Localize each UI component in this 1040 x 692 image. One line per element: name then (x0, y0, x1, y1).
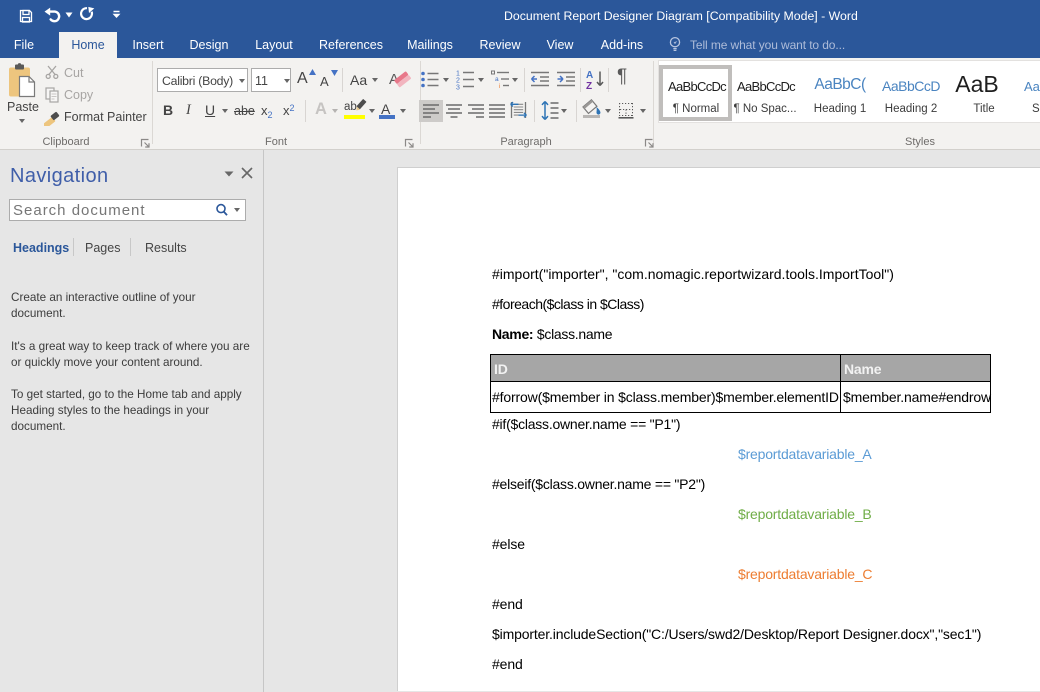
svg-text:A: A (586, 70, 593, 81)
svg-text:i: i (499, 83, 500, 89)
svg-text:a: a (495, 76, 499, 83)
svg-text:1: 1 (456, 71, 460, 78)
svg-text:3: 3 (456, 85, 460, 91)
svg-text:2: 2 (456, 78, 460, 85)
svg-text:Z: Z (586, 81, 592, 91)
